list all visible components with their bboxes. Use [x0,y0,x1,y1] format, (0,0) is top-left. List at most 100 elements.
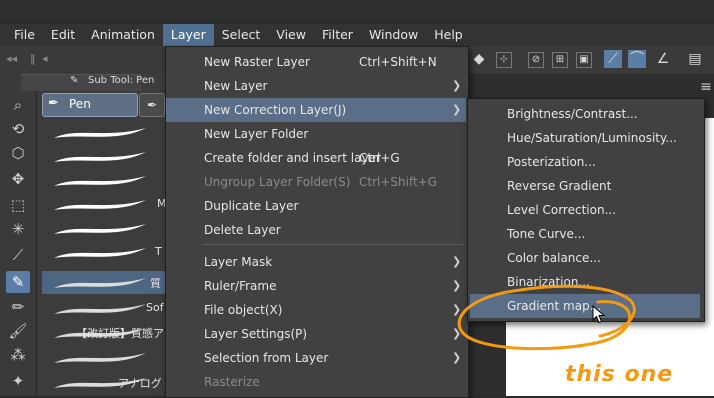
menu-item-label: Reverse Gradient [507,179,612,193]
correction-menu-item[interactable]: Gradient map... [470,294,700,318]
operation-icon[interactable]: ⟲ [6,118,30,140]
brush-item[interactable] [42,169,166,192]
pen-tool-icon[interactable]: ✎ [6,271,30,293]
menu-item-label: New Layer [204,79,268,93]
layer-menu-item[interactable]: Selection from Layer ❯ [166,346,466,370]
menu-edit[interactable]: Edit [43,24,83,46]
grid-icon[interactable]: ⊞ [552,52,568,68]
menu-item-label: Color balance... [507,251,601,265]
menu-item-shortcut: Ctrl+Shift+N [359,55,437,69]
menu-item-label: Binarization... [507,275,590,289]
brush-item[interactable] [42,217,166,240]
correction-menu-item[interactable]: Tone Curve... [468,222,702,246]
brush-item[interactable] [42,121,166,144]
menu-help[interactable]: Help [426,24,471,46]
subtool-group-pen[interactable]: ✒ Pen [42,93,138,117]
collapse-left-icon[interactable]: ◂ [42,52,48,65]
pencil-icon[interactable]: ✏ [6,296,30,318]
layer-menu-item[interactable]: File object(X) ❯ [166,298,466,322]
menu-file[interactable]: File [0,24,43,46]
brush-stroke-preview [54,353,146,363]
brush-name: 質 [150,277,161,290]
mouse-cursor-icon [592,305,606,324]
brush-item[interactable]: 【改訂版】質感ア [42,321,166,344]
fill-icon[interactable]: ◆ [470,50,488,68]
menu-item-shortcut: Ctrl+Shift+G [359,175,438,189]
brush-stroke-preview [54,248,146,258]
layer-menu-item[interactable]: New Layer Folder [166,122,466,146]
pen-small-icon: ✎ [70,75,79,86]
angle-snap-icon[interactable]: ∠ [654,50,672,68]
device-icon[interactable]: ▤ [686,50,704,68]
layer-menu-item[interactable]: Create folder and insert layer Ctrl+G [166,146,466,170]
brush-item[interactable]: Sof [42,297,166,320]
menu-item-label: Create folder and insert layer [204,151,381,165]
brush-item[interactable]: 質 [42,271,166,294]
menu-item-label: Selection from Layer [204,351,329,365]
decoration-icon[interactable]: ✦ [6,370,30,392]
layer-menu-item[interactable]: New Correction Layer(J) ❯ [166,98,466,122]
brush-item[interactable] [42,346,166,369]
brush-item[interactable]: アナログ [42,371,166,394]
menu-view[interactable]: View [268,24,314,46]
menu-item-label: Brightness/Contrast... [507,107,638,121]
correction-menu-item[interactable]: Level Correction... [468,198,702,222]
layer-frame-icon[interactable]: ▣ [576,52,592,68]
brush-item[interactable]: M [42,193,166,216]
toolbar-grip-icon: ‖ [30,52,36,65]
layer-menu-item[interactable]: Ruler/Frame ❯ [166,274,466,298]
subtool-tab-label: Sub Tool: Pen [88,75,155,86]
menu-layer[interactable]: Layer [162,24,214,46]
menu-item-label: Posterization... [507,155,596,169]
curve-snap-icon[interactable]: ⌒ [628,50,646,68]
correction-menu-item[interactable]: Hue/Saturation/Luminosity... [468,126,702,150]
menu-item-label: Layer Settings(P) [204,327,308,341]
layer-menu-item[interactable]: Layer Settings(P) ❯ [166,322,466,346]
eyedropper-icon[interactable]: ⟋ [6,244,30,266]
brush-name: T [155,245,162,258]
menu-select[interactable]: Select [214,24,269,46]
correction-menu-item[interactable]: Posterization... [468,150,702,174]
correction-menu-item[interactable]: Reverse Gradient [468,174,702,198]
brush-stroke-preview [54,200,146,210]
title-bar [0,0,714,22]
menu-animation[interactable]: Animation [83,24,163,46]
marker-icon: ✒ [146,98,158,112]
ruler-snap-icon[interactable]: ⟋ [604,50,622,68]
layer-menu-item[interactable]: New Layer ❯ [166,74,466,98]
brush-item[interactable]: T [42,241,166,264]
subtool-group-marker[interactable]: ✒ [139,93,165,117]
layer-menu-item: Ungroup Layer Folder(S) Ctrl+Shift+G [166,170,466,194]
menu-window[interactable]: Window [361,24,426,46]
menu-item-label: Level Correction... [507,203,617,217]
panel-menu-icon[interactable]: ≡ [695,76,714,98]
brush-item[interactable] [42,145,166,168]
layer-menu-item: Rasterize [166,370,466,394]
selection-icon[interactable]: ⊘ [528,52,544,68]
airbrush-icon[interactable]: ⁂ [6,344,30,366]
brush-stroke-preview [54,152,146,162]
brush-icon[interactable]: 🖌 [6,320,30,342]
menu-bar: File Edit Animation Layer Select View Fi… [0,24,714,46]
object-icon[interactable]: ⬡ [6,142,30,164]
transform-icon[interactable]: ⊹ [496,52,512,68]
submenu-arrow-icon: ❯ [452,351,462,364]
layer-menu-item[interactable]: Delete Layer [166,218,466,242]
zoom-icon[interactable]: ⌕ [6,94,30,116]
layer-menu-item[interactable]: Duplicate Layer [166,194,466,218]
magic-wand-icon[interactable]: ✳ [6,218,30,240]
move-icon[interactable]: ✥ [6,168,30,190]
rewind-icon[interactable]: ◂◂ [6,52,17,65]
annotation-text: this one [565,362,674,387]
correction-menu-item[interactable]: Binarization... [468,270,702,294]
layer-menu-item[interactable]: New Raster Layer Ctrl+Shift+N [166,50,466,74]
menu-item-label: Ruler/Frame [204,279,277,293]
menu-item-label: Ungroup Layer Folder(S) [204,175,351,189]
correction-menu-item[interactable]: Color balance... [468,246,702,270]
menu-item-label: New Correction Layer(J) [204,103,347,117]
brush-name: アナログ [118,377,162,390]
menu-filter[interactable]: Filter [314,24,361,46]
correction-menu-item[interactable]: Brightness/Contrast... [468,102,702,126]
marquee-icon[interactable]: ⬚ [6,194,30,216]
layer-menu-item[interactable]: Layer Mask ❯ [166,250,466,274]
